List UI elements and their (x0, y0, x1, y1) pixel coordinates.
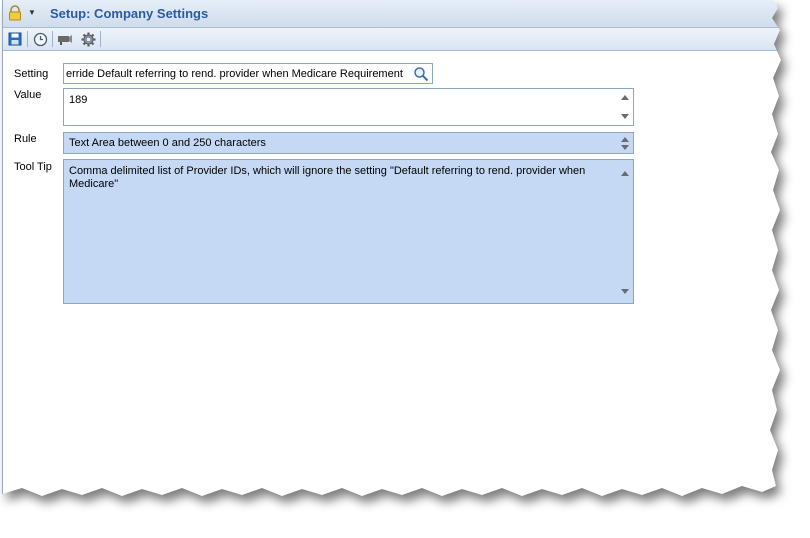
scroll-up-icon[interactable] (621, 171, 629, 176)
window-title: Setup: Company Settings (50, 6, 209, 21)
rule-scrollbar[interactable] (618, 134, 632, 152)
settings-window: ▼ Setup: Company Settings Setting erride… (2, 0, 781, 496)
setting-field[interactable]: erride Default referring to rend. provid… (63, 63, 433, 84)
save-icon[interactable] (6, 30, 24, 48)
chevron-down-icon[interactable]: ▼ (28, 8, 36, 17)
history-clock-icon[interactable] (31, 30, 49, 48)
scroll-up-icon[interactable] (621, 137, 629, 142)
toolbar (3, 28, 781, 51)
tooltip-text: Comma delimited list of Provider IDs, wh… (69, 165, 586, 190)
scroll-down-icon[interactable] (621, 145, 629, 150)
toolbar-divider (100, 31, 101, 47)
value-scrollbar[interactable] (618, 90, 632, 124)
rule-label: Rule (14, 133, 37, 145)
title-bar: ▼ Setup: Company Settings (3, 0, 781, 28)
scroll-up-icon[interactable] (621, 95, 629, 100)
setting-value: erride Default referring to rend. provid… (66, 68, 403, 80)
tooltip-label: Tool Tip (14, 161, 52, 173)
tooltip-scrollbar[interactable] (618, 161, 632, 302)
scroll-down-icon[interactable] (621, 114, 629, 119)
gear-icon[interactable] (79, 30, 97, 48)
setting-label: Setting (14, 68, 49, 80)
value-textarea[interactable]: 189 (63, 88, 634, 126)
toolbar-divider (52, 31, 53, 47)
scroll-down-icon[interactable] (621, 289, 629, 294)
toolbar-divider (27, 31, 28, 47)
rule-field: Text Area between 0 and 250 characters (63, 132, 634, 154)
value-text: 189 (69, 94, 88, 106)
rule-text: Text Area between 0 and 250 characters (69, 137, 266, 149)
search-icon[interactable] (413, 66, 429, 82)
tooltip-textarea: Comma delimited list of Provider IDs, wh… (63, 159, 634, 304)
value-label: Value (14, 89, 42, 101)
projector-icon[interactable] (56, 30, 74, 48)
lock-icon[interactable] (7, 5, 23, 21)
